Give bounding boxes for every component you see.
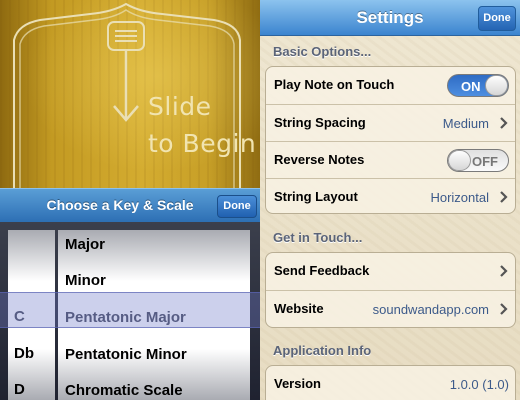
- key-row[interactable]: [8, 230, 14, 260]
- toggle-knob: [485, 75, 508, 96]
- chevron-right-icon: [500, 117, 508, 129]
- picker-title: Choose a Key & Scale: [46, 197, 194, 213]
- toggle-state-text: ON: [461, 79, 481, 94]
- reverse-notes-cell[interactable]: Reverse Notes OFF: [266, 141, 515, 178]
- slide-to-begin-text: Slide to Begin: [148, 88, 260, 162]
- basic-options-group: Play Note on Touch ON String Spacing Med…: [265, 66, 516, 214]
- string-spacing-cell[interactable]: String Spacing Medium: [266, 104, 515, 141]
- reverse-notes-label: Reverse Notes: [274, 152, 365, 167]
- version-cell: Version 1.0.0 (1.0): [266, 366, 515, 400]
- key-row[interactable]: Db: [8, 336, 34, 372]
- chevron-right-icon: [500, 191, 508, 203]
- slide-line-1: Slide: [148, 92, 212, 121]
- settings-navbar: Settings Done: [260, 0, 520, 36]
- reverse-notes-toggle[interactable]: OFF: [447, 149, 509, 172]
- key-row[interactable]: [8, 260, 14, 296]
- scale-row[interactable]: Major: [58, 230, 105, 263]
- settings-screen: Settings Done Basic Options... Play Note…: [260, 0, 520, 400]
- toggle-knob: [448, 150, 471, 171]
- play-note-label: Play Note on Touch: [274, 77, 395, 92]
- play-note-toggle[interactable]: ON: [447, 74, 509, 97]
- website-label: Website: [274, 301, 324, 316]
- section-header-contact: Get in Touch...: [273, 230, 363, 245]
- key-scale-screen: Slide to Begin Choose a Key & Scale Done…: [0, 0, 260, 400]
- key-row[interactable]: D: [8, 372, 25, 400]
- string-layout-cell[interactable]: String Layout Horizontal: [266, 178, 515, 213]
- string-spacing-value: Medium: [442, 116, 489, 131]
- settings-title: Settings: [356, 8, 424, 27]
- section-header-basic: Basic Options...: [273, 44, 372, 59]
- settings-done-button[interactable]: Done: [478, 6, 516, 31]
- string-layout-value: Horizontal: [430, 190, 489, 205]
- contact-group: Send Feedback Website soundwandapp.com: [265, 252, 516, 328]
- version-label: Version: [274, 376, 321, 391]
- scale-row[interactable]: Chromatic Scale: [58, 373, 183, 400]
- version-value: 1.0.0 (1.0): [449, 377, 509, 392]
- picker-selection-indicator: [0, 292, 260, 328]
- send-feedback-cell[interactable]: Send Feedback: [266, 253, 515, 290]
- chevron-right-icon: [500, 303, 508, 315]
- picker-done-button[interactable]: Done: [217, 195, 257, 218]
- chevron-right-icon: [500, 265, 508, 277]
- send-feedback-label: Send Feedback: [274, 263, 370, 278]
- website-value: soundwandapp.com: [372, 302, 489, 317]
- play-note-cell[interactable]: Play Note on Touch ON: [266, 67, 515, 104]
- website-cell[interactable]: Website soundwandapp.com: [266, 290, 515, 327]
- toggle-state-text: OFF: [472, 154, 498, 169]
- string-spacing-label: String Spacing: [274, 115, 366, 130]
- string-layout-label: String Layout: [274, 189, 358, 204]
- section-header-info: Application Info: [273, 343, 372, 358]
- slide-line-2: to Begin: [148, 129, 257, 158]
- scale-row[interactable]: Pentatonic Minor: [58, 337, 187, 373]
- app-info-group: Version 1.0.0 (1.0): [265, 365, 516, 400]
